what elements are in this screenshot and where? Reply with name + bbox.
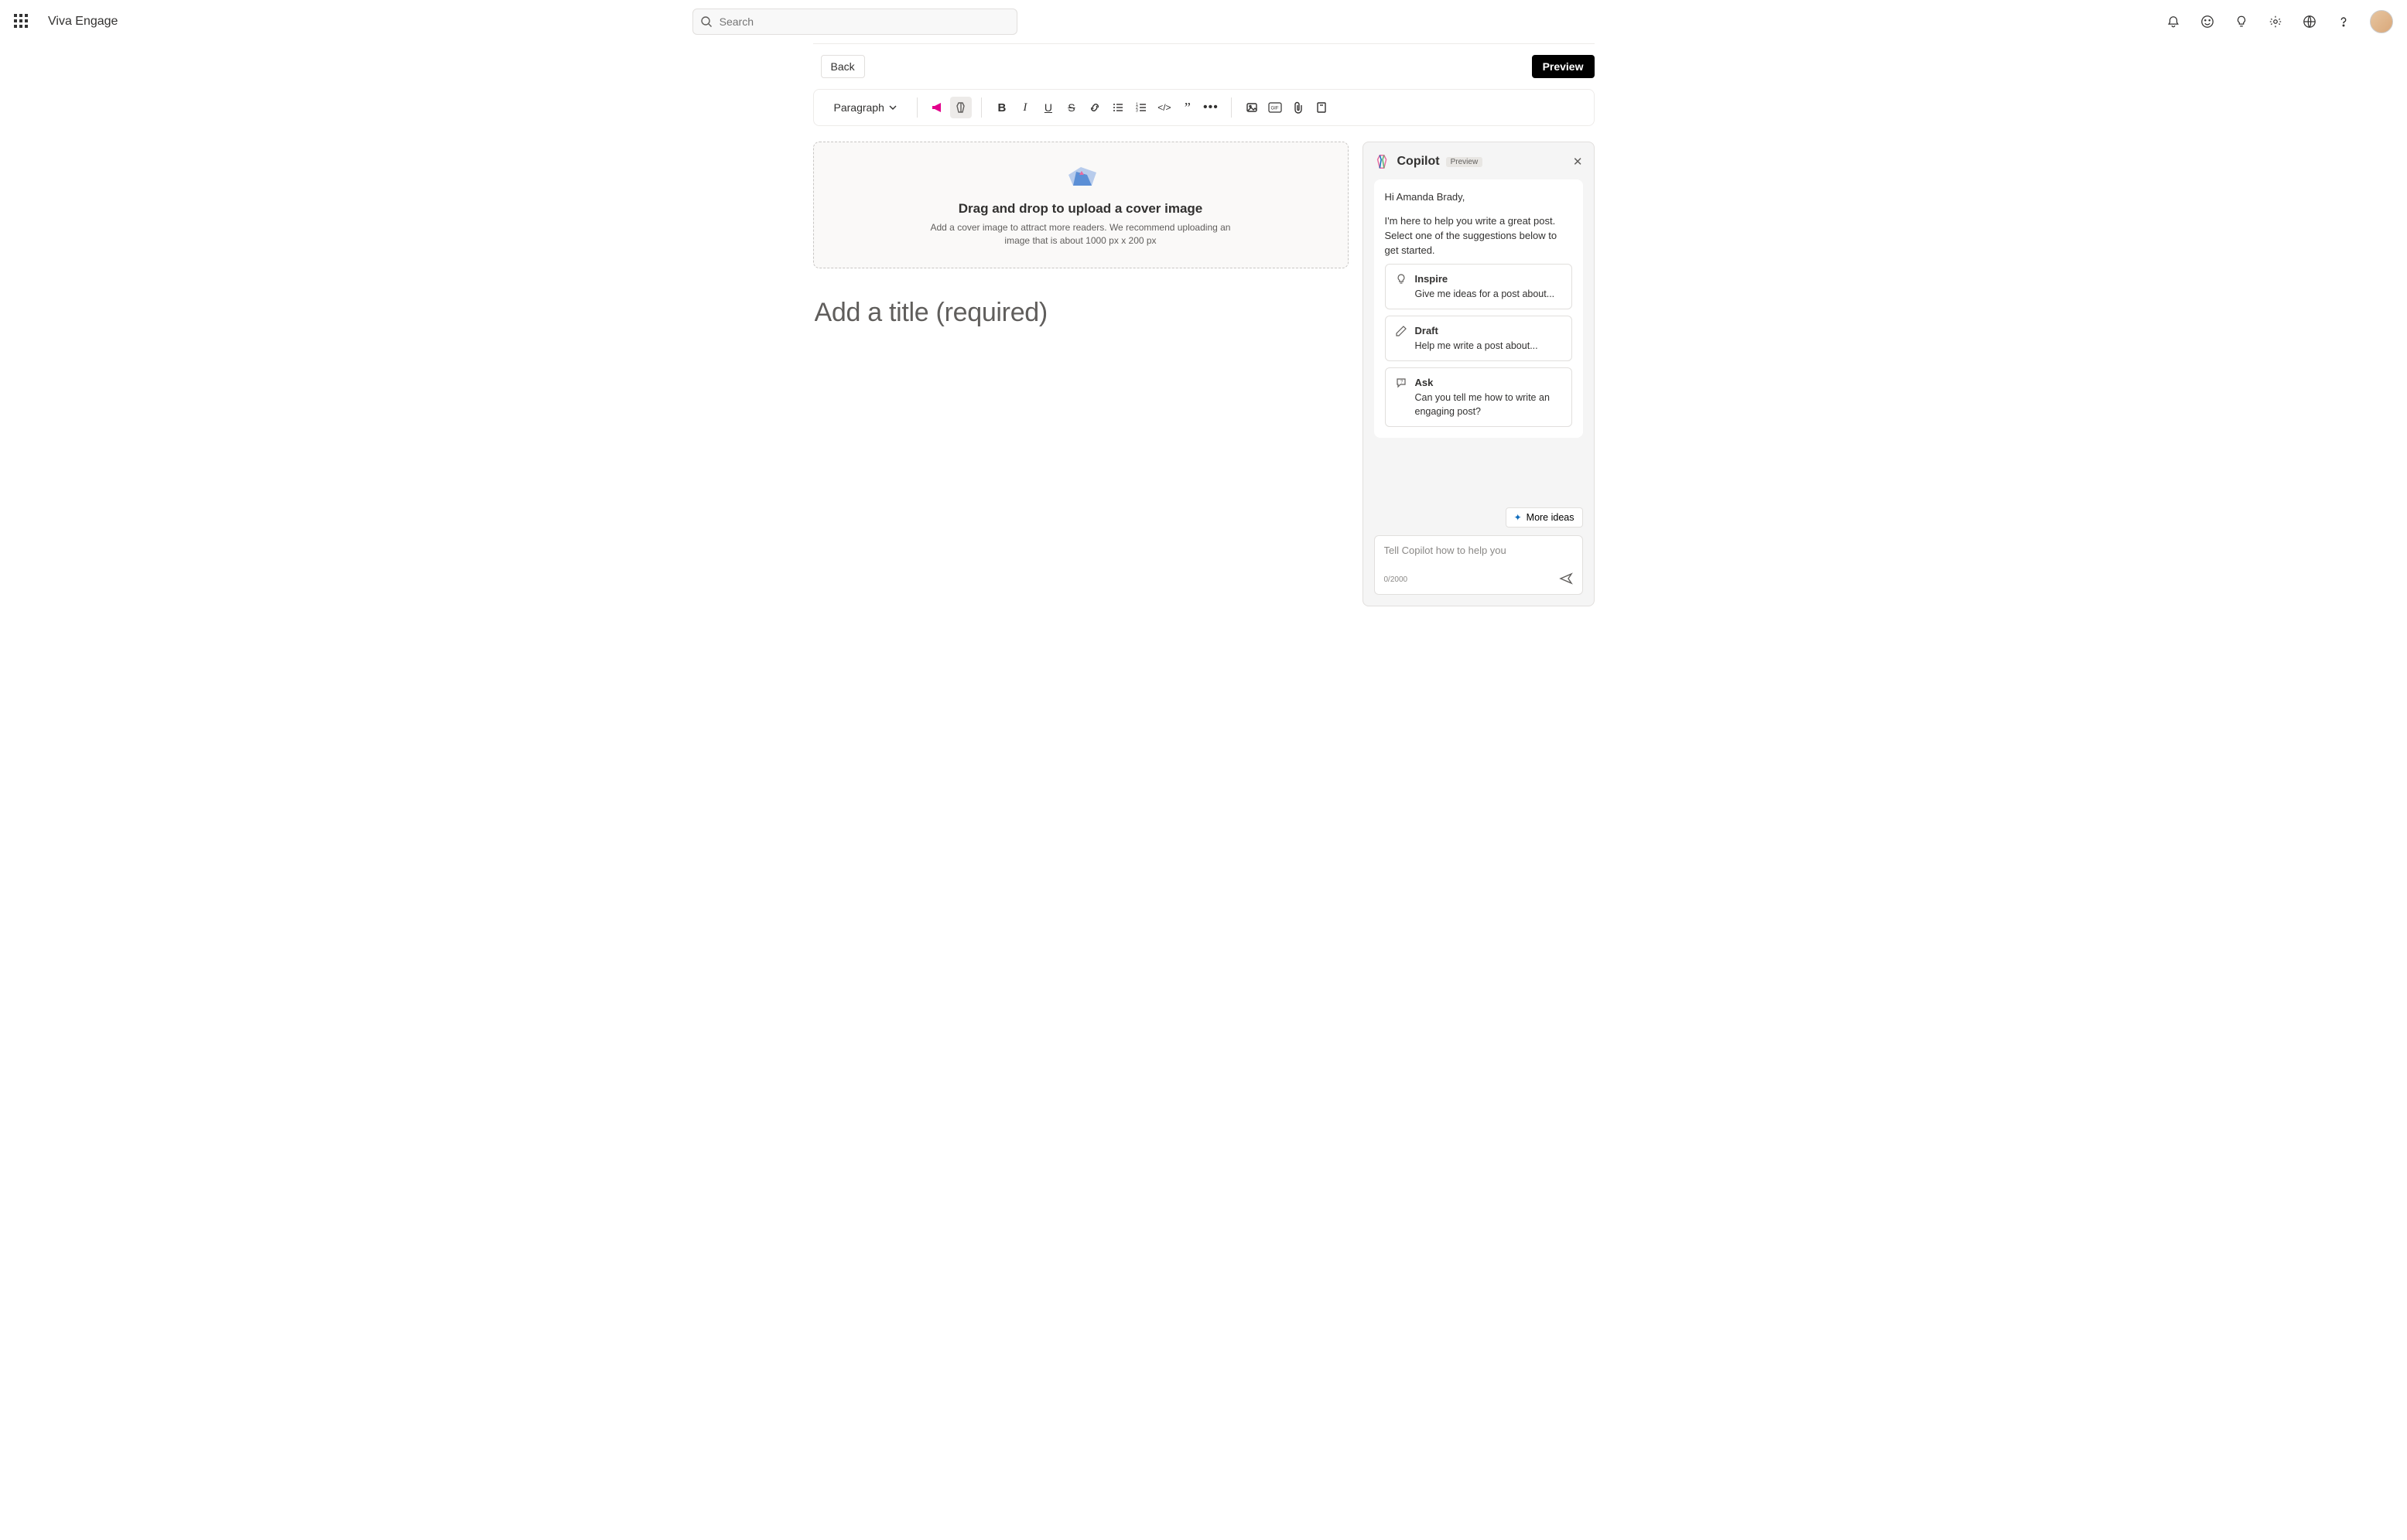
notifications-icon[interactable] xyxy=(2166,14,2181,29)
link-icon[interactable] xyxy=(1084,97,1106,118)
copilot-logo-icon xyxy=(1374,153,1391,170)
code-icon[interactable]: </> xyxy=(1154,97,1175,118)
preview-badge: Preview xyxy=(1446,157,1483,167)
search-input[interactable] xyxy=(692,9,1017,35)
more-format-icon[interactable]: ••• xyxy=(1200,97,1222,118)
italic-icon[interactable]: I xyxy=(1014,97,1036,118)
app-brand: Viva Engage xyxy=(48,15,118,29)
attachment-icon[interactable] xyxy=(1287,97,1309,118)
settings-icon[interactable] xyxy=(2268,14,2283,29)
chevron-down-icon xyxy=(889,104,897,111)
user-avatar[interactable] xyxy=(2370,10,2393,33)
upload-illustration-icon xyxy=(1058,161,1104,193)
post-title-input[interactable] xyxy=(813,268,1349,334)
copilot-intro: I'm here to help you write a great post.… xyxy=(1385,214,1572,258)
underline-icon[interactable]: U xyxy=(1038,97,1059,118)
copilot-greeting: Hi Amanda Brady, xyxy=(1385,190,1572,205)
close-icon[interactable]: ✕ xyxy=(1573,155,1583,169)
book-icon[interactable] xyxy=(1311,97,1332,118)
bold-icon[interactable]: B xyxy=(991,97,1013,118)
svg-text:GIF: GIF xyxy=(1270,107,1278,111)
cover-image-dropzone[interactable]: Drag and drop to upload a cover image Ad… xyxy=(813,142,1349,268)
megaphone-icon[interactable] xyxy=(927,97,949,118)
numbered-list-icon[interactable]: 123 xyxy=(1130,97,1152,118)
strikethrough-icon[interactable]: S xyxy=(1061,97,1082,118)
more-ideas-label: More ideas xyxy=(1527,512,1574,523)
formatting-toolbar: Paragraph B I U S 123 </> ” ••• G xyxy=(813,89,1595,126)
dropzone-subtitle: Add a cover image to attract more reader… xyxy=(918,221,1243,248)
copilot-toggle-icon[interactable] xyxy=(950,97,972,118)
bullet-list-icon[interactable] xyxy=(1107,97,1129,118)
copilot-title: Copilot xyxy=(1397,155,1440,169)
svg-text:3: 3 xyxy=(1136,109,1138,114)
emoji-icon[interactable] xyxy=(2200,14,2215,29)
image-icon[interactable] xyxy=(1241,97,1263,118)
globe-icon[interactable] xyxy=(2302,14,2317,29)
paragraph-style-select[interactable]: Paragraph xyxy=(829,101,901,114)
suggestion-title: Draft xyxy=(1415,324,1538,339)
char-counter: 0/2000 xyxy=(1384,575,1408,584)
copilot-panel: Copilot Preview ✕ Hi Amanda Brady, I'm h… xyxy=(1362,142,1595,606)
back-button[interactable]: Back xyxy=(821,55,865,78)
suggestion-subtitle: Give me ideas for a post about... xyxy=(1415,287,1555,301)
suggestion-ask[interactable]: ? Ask Can you tell me how to write an en… xyxy=(1385,367,1572,427)
more-ideas-button[interactable]: ✦ More ideas xyxy=(1506,507,1583,528)
search-icon xyxy=(700,15,713,32)
help-icon[interactable] xyxy=(2336,14,2351,29)
lightbulb-icon[interactable] xyxy=(2234,14,2249,29)
preview-button[interactable]: Preview xyxy=(1532,55,1595,78)
copilot-chat-input[interactable] xyxy=(1384,545,1573,556)
suggestion-inspire[interactable]: Inspire Give me ideas for a post about..… xyxy=(1385,264,1572,309)
paragraph-style-label: Paragraph xyxy=(834,101,884,114)
send-icon[interactable] xyxy=(1559,572,1573,588)
suggestion-subtitle: Help me write a post about... xyxy=(1415,339,1538,353)
chat-icon: ? xyxy=(1395,377,1407,394)
lightbulb-icon xyxy=(1395,273,1407,290)
dropzone-title: Drag and drop to upload a cover image xyxy=(829,201,1332,217)
suggestion-draft[interactable]: Draft Help me write a post about... xyxy=(1385,316,1572,361)
suggestion-subtitle: Can you tell me how to write an engaging… xyxy=(1415,391,1562,418)
suggestion-title: Inspire xyxy=(1415,272,1555,287)
app-launcher-icon[interactable] xyxy=(14,14,29,29)
pencil-icon xyxy=(1395,325,1407,342)
gif-icon[interactable]: GIF xyxy=(1264,97,1286,118)
quote-icon[interactable]: ” xyxy=(1177,97,1198,118)
sparkle-icon: ✦ xyxy=(1514,512,1522,523)
suggestion-title: Ask xyxy=(1415,376,1562,391)
